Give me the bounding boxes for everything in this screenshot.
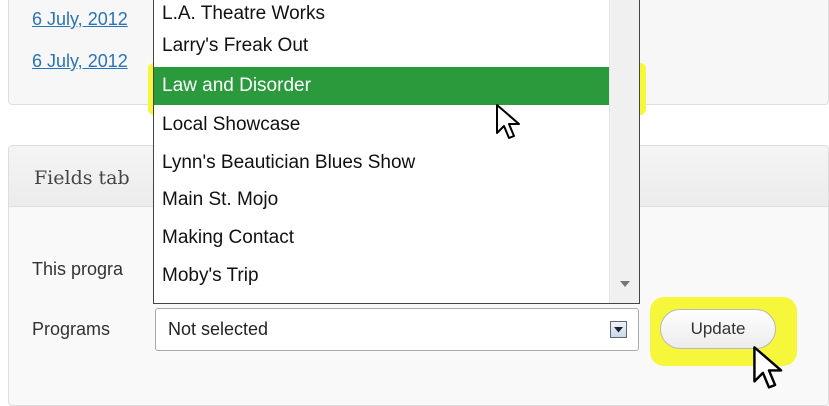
programs-dropdown-list[interactable]: L.A. Theatre Works Larry's Freak Out Law… (153, 0, 640, 304)
mouse-pointer-icon (753, 346, 783, 389)
dropdown-item[interactable]: Moby's Trip (154, 257, 609, 295)
update-button[interactable]: Update (660, 309, 776, 349)
chevron-down-icon[interactable] (610, 321, 627, 338)
date-link[interactable]: 6 July, 2012 (32, 51, 128, 72)
mouse-pointer-icon (496, 104, 520, 139)
fields-table-title: Fields tab (34, 167, 130, 189)
programs-select[interactable]: Not selected (155, 308, 639, 351)
scroll-down-icon[interactable] (620, 281, 630, 287)
dropdown-item[interactable]: Making Contact (154, 219, 609, 257)
dropdown-scrollbar[interactable] (609, 0, 639, 303)
dropdown-item[interactable]: Larry's Freak Out (154, 27, 609, 65)
dropdown-item[interactable]: Local Showcase (154, 106, 609, 144)
programs-select-value: Not selected (168, 319, 269, 339)
program-description-text: This progra (32, 259, 124, 279)
dropdown-item[interactable]: Lynn's Beautician Blues Show (154, 144, 609, 182)
programs-label: Programs (32, 319, 111, 339)
date-link[interactable]: 6 July, 2012 (32, 9, 128, 30)
dropdown-item[interactable]: Main St. Mojo (154, 181, 609, 219)
dropdown-item-selected[interactable]: Law and Disorder (154, 67, 609, 105)
